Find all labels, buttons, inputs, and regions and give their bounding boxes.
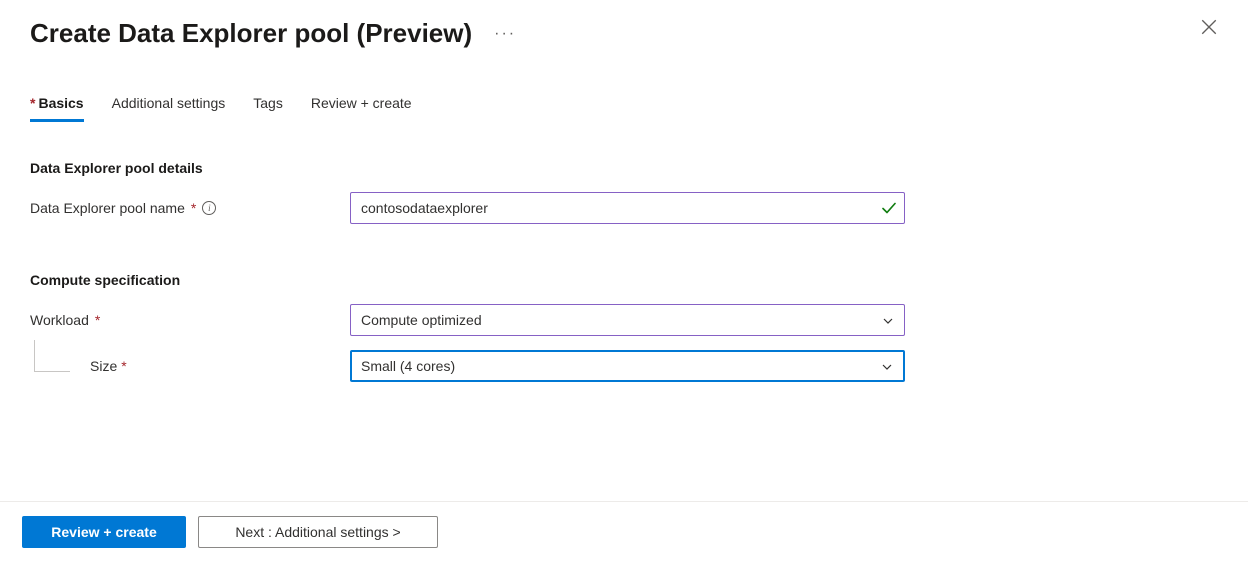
tab-label: Basics — [38, 95, 83, 111]
required-indicator: * — [30, 95, 35, 111]
tree-connector — [34, 352, 84, 380]
size-dropdown[interactable]: Small (4 cores) — [350, 350, 905, 382]
next-button[interactable]: Next : Additional settings > — [198, 516, 438, 548]
tab-additional-settings[interactable]: Additional settings — [112, 95, 226, 122]
required-indicator: * — [191, 200, 196, 216]
more-actions-button[interactable]: ··· — [494, 25, 516, 43]
footer-bar: Review + create Next : Additional settin… — [0, 501, 1248, 562]
pool-name-input[interactable] — [350, 192, 905, 224]
section-compute-title: Compute specification — [30, 272, 1218, 288]
workload-label: Workload — [30, 312, 89, 328]
size-label: Size — [90, 358, 117, 374]
info-icon[interactable]: i — [202, 201, 216, 215]
close-icon[interactable] — [1200, 18, 1218, 36]
page-title: Create Data Explorer pool (Preview) — [30, 18, 472, 49]
check-icon — [881, 200, 897, 216]
tab-tags[interactable]: Tags — [253, 95, 283, 122]
workload-dropdown[interactable]: Compute optimized — [350, 304, 905, 336]
section-pool-details-title: Data Explorer pool details — [30, 160, 1218, 176]
tab-bar: *Basics Additional settings Tags Review … — [0, 57, 1248, 122]
review-create-button[interactable]: Review + create — [22, 516, 186, 548]
chevron-down-icon — [881, 360, 893, 372]
chevron-down-icon — [882, 314, 894, 326]
required-indicator: * — [95, 312, 100, 328]
tab-review-create[interactable]: Review + create — [311, 95, 412, 122]
tab-basics[interactable]: *Basics — [30, 95, 84, 122]
pool-name-label: Data Explorer pool name — [30, 200, 185, 216]
size-value: Small (4 cores) — [361, 358, 455, 374]
workload-value: Compute optimized — [361, 312, 482, 328]
required-indicator: * — [121, 358, 126, 374]
